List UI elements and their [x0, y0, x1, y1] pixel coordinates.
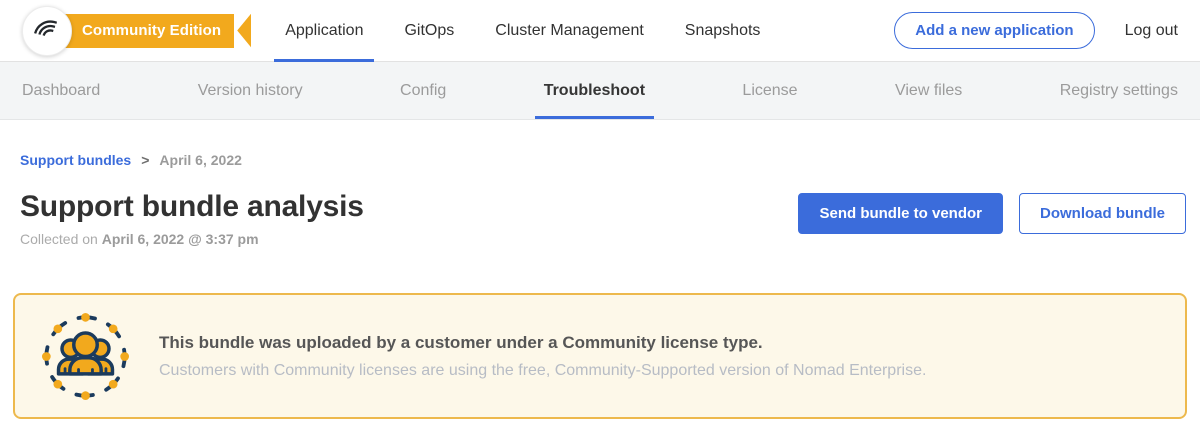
- collected-on-line: Collected on April 6, 2022 @ 3:37 pm: [20, 231, 364, 247]
- sub-nav-item-registry-settings[interactable]: Registry settings: [1060, 62, 1178, 119]
- top-navigation-bar: Community Edition Application GitOps Clu…: [0, 0, 1200, 62]
- add-new-application-button[interactable]: Add a new application: [894, 12, 1094, 49]
- bundle-actions: Send bundle to vendor Download bundle: [798, 193, 1186, 234]
- sub-nav-item-version-history[interactable]: Version history: [198, 62, 303, 119]
- top-nav-item-cluster-management[interactable]: Cluster Management: [495, 0, 644, 62]
- top-nav-item-snapshots[interactable]: Snapshots: [685, 0, 761, 62]
- sub-nav-item-view-files[interactable]: View files: [895, 62, 962, 119]
- log-out-link[interactable]: Log out: [1125, 22, 1178, 40]
- sub-nav-item-dashboard[interactable]: Dashboard: [22, 62, 100, 119]
- collected-on-prefix: Collected on: [20, 231, 98, 247]
- community-people-icon: [42, 313, 129, 400]
- sub-nav-item-troubleshoot[interactable]: Troubleshoot: [544, 62, 645, 119]
- page-title: Support bundle analysis: [20, 190, 364, 224]
- badge-ribbon-tail-icon: [237, 14, 251, 48]
- top-nav-item-gitops[interactable]: GitOps: [404, 0, 454, 62]
- breadcrumb-separator: >: [141, 152, 149, 168]
- title-block: Support bundle analysis Collected on Apr…: [20, 190, 364, 247]
- community-edition-badge: Community Edition: [58, 14, 251, 48]
- brand: Community Edition: [22, 6, 251, 56]
- replicated-logo[interactable]: [22, 6, 72, 56]
- alert-text: This bundle was uploaded by a customer u…: [159, 333, 926, 380]
- main-content: Support bundles > April 6, 2022 Support …: [0, 152, 1200, 419]
- collected-on-value: April 6, 2022 @ 3:37 pm: [102, 231, 259, 247]
- top-nav-items: Application GitOps Cluster Management Sn…: [285, 0, 760, 62]
- sub-nav-item-config[interactable]: Config: [400, 62, 446, 119]
- breadcrumb: Support bundles > April 6, 2022: [20, 152, 1180, 168]
- community-license-alert: This bundle was uploaded by a customer u…: [13, 293, 1187, 419]
- top-nav-item-application[interactable]: Application: [285, 0, 363, 62]
- send-bundle-to-vendor-button[interactable]: Send bundle to vendor: [798, 193, 1003, 234]
- title-row: Support bundle analysis Collected on Apr…: [20, 190, 1180, 247]
- download-bundle-button[interactable]: Download bundle: [1019, 193, 1186, 234]
- breadcrumb-support-bundles-link[interactable]: Support bundles: [20, 152, 131, 168]
- top-nav-right: Add a new application Log out: [894, 12, 1178, 49]
- community-edition-badge-label: Community Edition: [58, 14, 234, 48]
- sub-nav-item-license[interactable]: License: [742, 62, 797, 119]
- breadcrumb-current: April 6, 2022: [159, 152, 242, 168]
- app-sub-navigation-bar: Dashboard Version history Config Trouble…: [0, 62, 1200, 120]
- alert-title: This bundle was uploaded by a customer u…: [159, 333, 926, 353]
- alert-description: Customers with Community licenses are us…: [159, 362, 926, 380]
- replicated-signal-icon: [30, 11, 64, 50]
